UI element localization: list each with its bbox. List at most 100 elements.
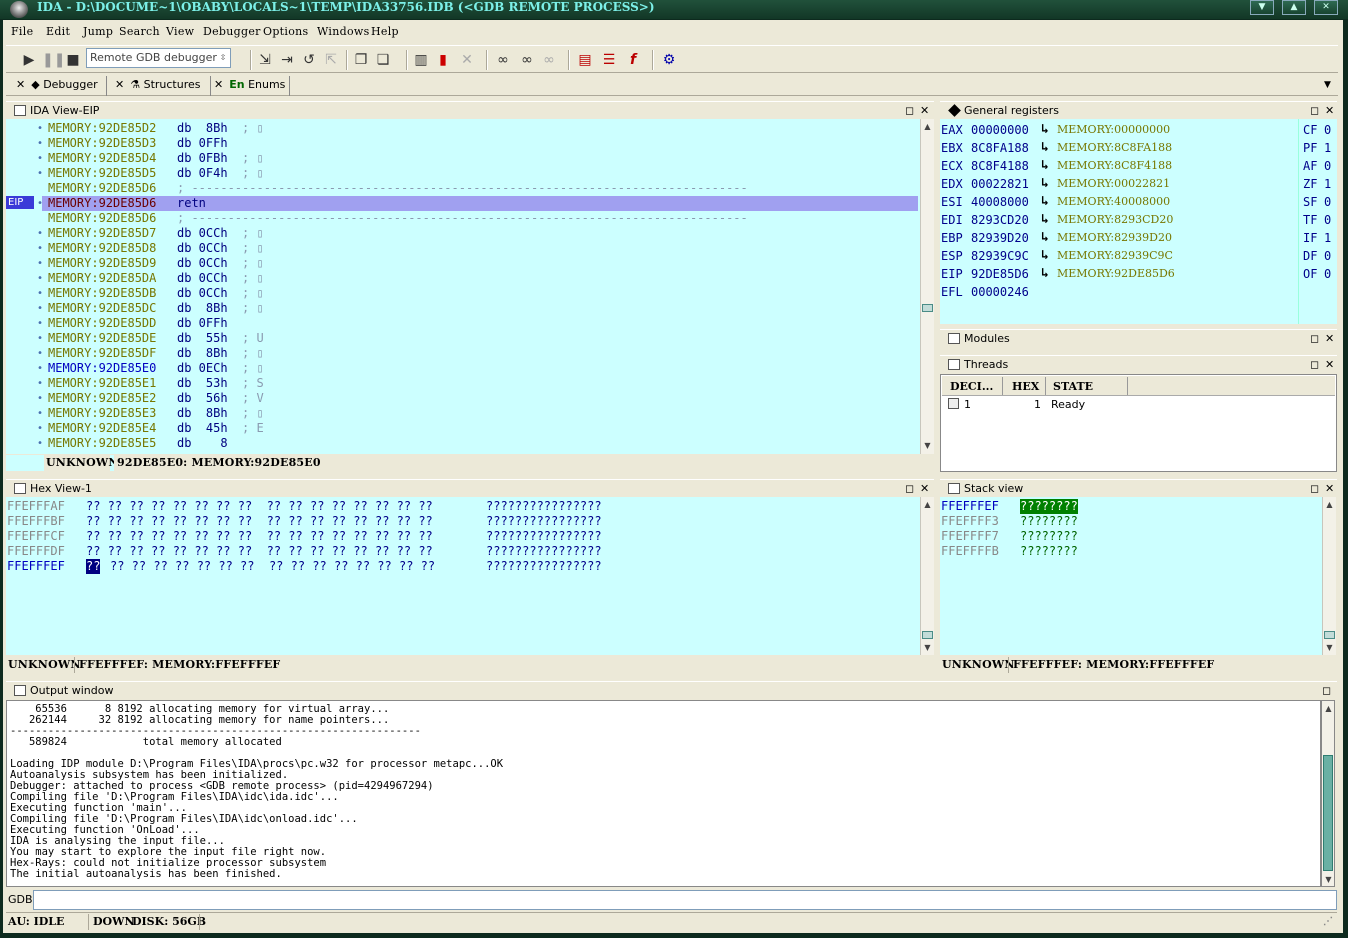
maximize-pane-icon[interactable]: ◻ [1310,330,1319,347]
tab-close-icon[interactable]: ✕ [115,78,124,91]
stack-view-header[interactable]: Stack view ◻ ✕ [940,479,1337,496]
pause-icon[interactable]: ❚❚ [42,51,65,69]
copy-icon[interactable]: ❐ [352,51,370,69]
scroll-down-icon[interactable]: ▼ [1323,641,1336,654]
add-breakpoint-icon[interactable]: ∞ [518,51,536,69]
maximize-pane-icon[interactable]: ◻ [905,102,914,119]
maximize-pane-icon[interactable]: ◻ [1322,682,1331,699]
output-scrollbar[interactable]: ▲ ▼ [1321,700,1335,887]
register-row[interactable]: EIP 92DE85D6 ↳ MEMORY:92DE85D6 OF 0 [940,265,1337,283]
disasm-row[interactable]: • MEMORY:92DE85E4 db 45h ; E [6,421,918,436]
maximize-button[interactable]: ▲ [1282,0,1306,15]
close-pane-icon[interactable]: ✕ [1325,356,1334,373]
step-over-icon[interactable]: ⇥ [278,51,296,69]
register-row[interactable]: EDI 8293CD20 ↳ MEMORY:8293CD20 TF 0 [940,211,1337,229]
stack-row[interactable]: FFEFFFF3???????? [940,514,1320,529]
threads-table[interactable]: DECI... HEX STATE 1 1 Ready [940,374,1337,472]
tab-debugger[interactable]: ✕ ◆ Debugger [16,78,98,96]
hex-row[interactable]: FFEFFFBF ?? ?? ?? ?? ?? ?? ?? ?? ?? ?? ??… [6,514,920,529]
menu-options[interactable]: Options [263,25,308,38]
close-pane-icon[interactable]: ✕ [920,480,929,497]
tab-close-icon[interactable]: ✕ [214,78,223,91]
disasm-row[interactable]: • MEMORY:92DE85E1 db 53h ; S [6,376,918,391]
menu-jump[interactable]: Jump [83,25,113,38]
register-row[interactable]: EFL 00000246 [940,283,1337,301]
disasm-row[interactable]: • MEMORY:92DE85D4 db 0FBh ; ▯ [6,151,918,166]
register-row[interactable]: ECX 8C8F4188 ↳ MEMORY:8C8F4188 AF 0 [940,157,1337,175]
close-pane-icon[interactable]: ✕ [1325,480,1334,497]
maximize-pane-icon[interactable]: ◻ [1310,480,1319,497]
delete-breakpoint-icon[interactable]: ∞ [540,51,558,69]
maximize-pane-icon[interactable]: ◻ [1310,356,1319,373]
disasm-row[interactable]: • MEMORY:92DE85D6 retn [37,196,918,211]
detach-icon[interactable]: ▮ [434,51,452,69]
scroll-down-icon[interactable]: ▼ [921,641,934,654]
terminate-icon[interactable]: ✕ [458,51,476,69]
col-state[interactable]: STATE [1053,380,1093,393]
menu-edit[interactable]: Edit [46,25,70,38]
threads-header[interactable]: Threads ◻ ✕ [940,355,1337,372]
modules-header[interactable]: Modules ◻ ✕ [940,329,1337,346]
window-title-bar[interactable]: IDA - D:\DOCUME~1\OBABY\LOCALS~1\TEMP\ID… [0,0,1348,19]
col-deci[interactable]: DECI... [950,380,993,393]
disasm-row[interactable]: • MEMORY:92DE85D2 db 8Bh ; ▯ [6,121,918,136]
register-row[interactable]: ESI 40008000 ↳ MEMORY:40008000 SF 0 [940,193,1337,211]
hex-view-header[interactable]: Hex View-1 ◻ ✕ [6,479,934,496]
hex-view-pane[interactable]: FFEFFFAF?? ?? ?? ?? ?? ?? ?? ?? ?? ?? ??… [6,497,920,655]
disasm-row[interactable]: • MEMORY:92DE85D9 db 0CCh ; ▯ [6,256,918,271]
resize-grip-icon[interactable]: ⋰ [1323,913,1333,931]
disasm-row[interactable]: • MEMORY:92DE85E2 db 56h ; V [6,391,918,406]
close-button[interactable]: ✕ [1314,0,1338,15]
ida-view-pane[interactable]: • MEMORY:92DE85D2 db 8Bh ; ▯ • MEMORY:92DE85D… [6,119,920,454]
stack-row[interactable]: FFEFFFEF???????? [940,499,1320,514]
stack-view-pane[interactable]: FFEFFFEF???????? FFEFFFF3???????? FFEFFFF7… [940,497,1322,655]
menu-help[interactable]: Help [371,25,399,38]
output-window-header[interactable]: Output window ◻ [6,681,1337,698]
hex-row[interactable]: FFEFFFAF ?? ?? ?? ?? ?? ?? ?? ?? ?? ?? ??… [6,499,920,514]
scroll-thumb[interactable] [922,631,933,639]
command-language-label[interactable]: GDB [8,893,33,906]
close-pane-icon[interactable]: ✕ [920,102,929,119]
stack-row[interactable]: FFEFFFFB???????? [940,544,1320,559]
register-row[interactable]: EBP 82939D20 ↳ MEMORY:82939D20 IF 1 [940,229,1337,247]
disasm-row[interactable]: • MEMORY:92DE85DF db 8Bh ; ▯ [6,346,918,361]
scroll-thumb[interactable] [1323,755,1333,871]
hex-row[interactable]: FFEFFFCF ?? ?? ?? ?? ?? ?? ?? ?? ?? ?? ??… [6,529,920,544]
hex-view-scrollbar[interactable]: ▲ ▼ [920,497,934,655]
ida-view-header[interactable]: IDA View-EIP ◻ ✕ [6,101,934,118]
process-icon[interactable]: ▥ [412,51,430,69]
hex-row[interactable]: FFEFFFEF?? ?? ?? ?? ?? ?? ?? ?? ?? ?? ?? … [6,559,920,574]
disasm-row[interactable]: • MEMORY:92DE85E0 db 0ECh ; ▯ [6,361,918,376]
run-to-cursor-icon[interactable]: ↺ [300,51,318,69]
disasm-row[interactable]: • MEMORY:92DE85D3 db 0FFh [6,136,918,151]
menu-windows[interactable]: Windows [317,25,370,38]
scroll-up-icon[interactable]: ▲ [921,120,934,133]
register-row[interactable]: EDX 00022821 ↳ MEMORY:00022821 ZF 1 [940,175,1337,193]
instruction-trace-icon[interactable]: ☰ [600,51,618,69]
stack-row[interactable]: FFEFFFF7???????? [940,529,1320,544]
scroll-up-icon[interactable]: ▲ [1322,702,1335,715]
registers-header[interactable]: General registers ◻ ✕ [940,101,1337,118]
disasm-row[interactable]: • MEMORY:92DE85DA db 0CCh ; ▯ [6,271,918,286]
command-input[interactable] [33,890,1337,910]
scroll-up-icon[interactable]: ▲ [921,498,934,511]
maximize-pane-icon[interactable]: ◻ [1310,102,1319,119]
thread-row[interactable]: 1 1 Ready [942,397,1335,413]
disasm-row[interactable]: • MEMORY:92DE85D7 db 0CCh ; ▯ [6,226,918,241]
maximize-pane-icon[interactable]: ◻ [905,480,914,497]
run-until-return-icon[interactable]: ⇱ [322,51,340,69]
trace-options-icon[interactable]: ⚙ [660,51,678,69]
register-row[interactable]: ESP 82939C9C ↳ MEMORY:82939C9C DF 0 [940,247,1337,265]
disasm-row[interactable]: • MEMORY:92DE85DC db 8Bh ; ▯ [6,301,918,316]
run-icon[interactable]: ▶ [20,51,38,69]
tracing-icon[interactable]: ▤ [576,51,594,69]
disasm-row[interactable]: • MEMORY:92DE85DD db 0FFh [6,316,918,331]
menu-search[interactable]: Search [119,25,160,38]
scroll-thumb[interactable] [922,304,933,312]
close-pane-icon[interactable]: ✕ [1325,330,1334,347]
stop-icon[interactable]: ■ [64,51,82,69]
scroll-down-icon[interactable]: ▼ [1322,873,1335,886]
disasm-row[interactable]: • MEMORY:92DE85D5 db 0F4h ; ▯ [6,166,918,181]
close-pane-icon[interactable]: ✕ [1325,102,1334,119]
menu-debugger[interactable]: Debugger [203,25,261,38]
